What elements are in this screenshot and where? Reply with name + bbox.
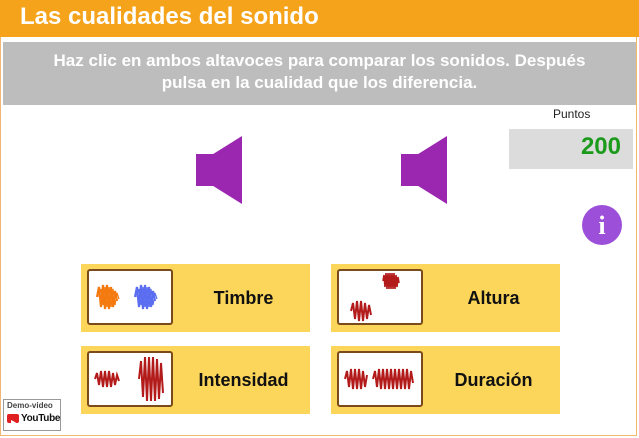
instructions-line-1: Haz clic en ambos altavoces para compara… xyxy=(53,51,586,70)
timbre-waves-icon xyxy=(95,284,158,310)
youtube-play-icon xyxy=(7,414,19,425)
speaker-icon xyxy=(196,136,242,204)
duration-waves-icon xyxy=(344,368,414,390)
info-button[interactable]: i xyxy=(582,205,622,245)
thumb xyxy=(337,269,423,325)
thumb xyxy=(337,351,423,407)
instructions-line-2: pulsa en la cualidad que los diferencia. xyxy=(161,73,478,92)
option-altura[interactable]: Altura xyxy=(331,264,560,332)
pitch-waves-icon xyxy=(350,272,400,322)
intensity-waves-icon xyxy=(94,356,164,402)
demo-video-label: Demo-video xyxy=(7,401,53,410)
demo-video-link[interactable]: Demo-video YouTube xyxy=(3,399,61,431)
option-intensidad[interactable]: Intensidad xyxy=(81,346,310,414)
info-icon: i xyxy=(598,211,605,240)
speaker-icon xyxy=(401,136,447,204)
speaker-left-button[interactable] xyxy=(196,134,246,206)
svg-text:i: i xyxy=(598,211,605,240)
score-label: Puntos xyxy=(553,107,591,121)
title-bar: Las cualidades del sonido xyxy=(0,0,639,37)
option-label: Intensidad xyxy=(198,370,289,390)
app-title: Las cualidades del sonido xyxy=(20,3,319,30)
score-value: 200 xyxy=(580,133,621,160)
option-timbre[interactable]: Timbre xyxy=(81,264,310,332)
youtube-brand: YouTube xyxy=(21,413,61,424)
speaker-right-button[interactable] xyxy=(401,134,451,206)
instructions-panel: Haz clic en ambos altavoces para compara… xyxy=(3,42,636,105)
score-box: 200 xyxy=(509,129,633,169)
thumb xyxy=(87,269,173,325)
option-label: Timbre xyxy=(213,288,274,308)
option-label: Duración xyxy=(454,370,533,390)
option-duracion[interactable]: Duración xyxy=(331,346,560,414)
thumb xyxy=(87,351,173,407)
option-label: Altura xyxy=(467,288,520,308)
